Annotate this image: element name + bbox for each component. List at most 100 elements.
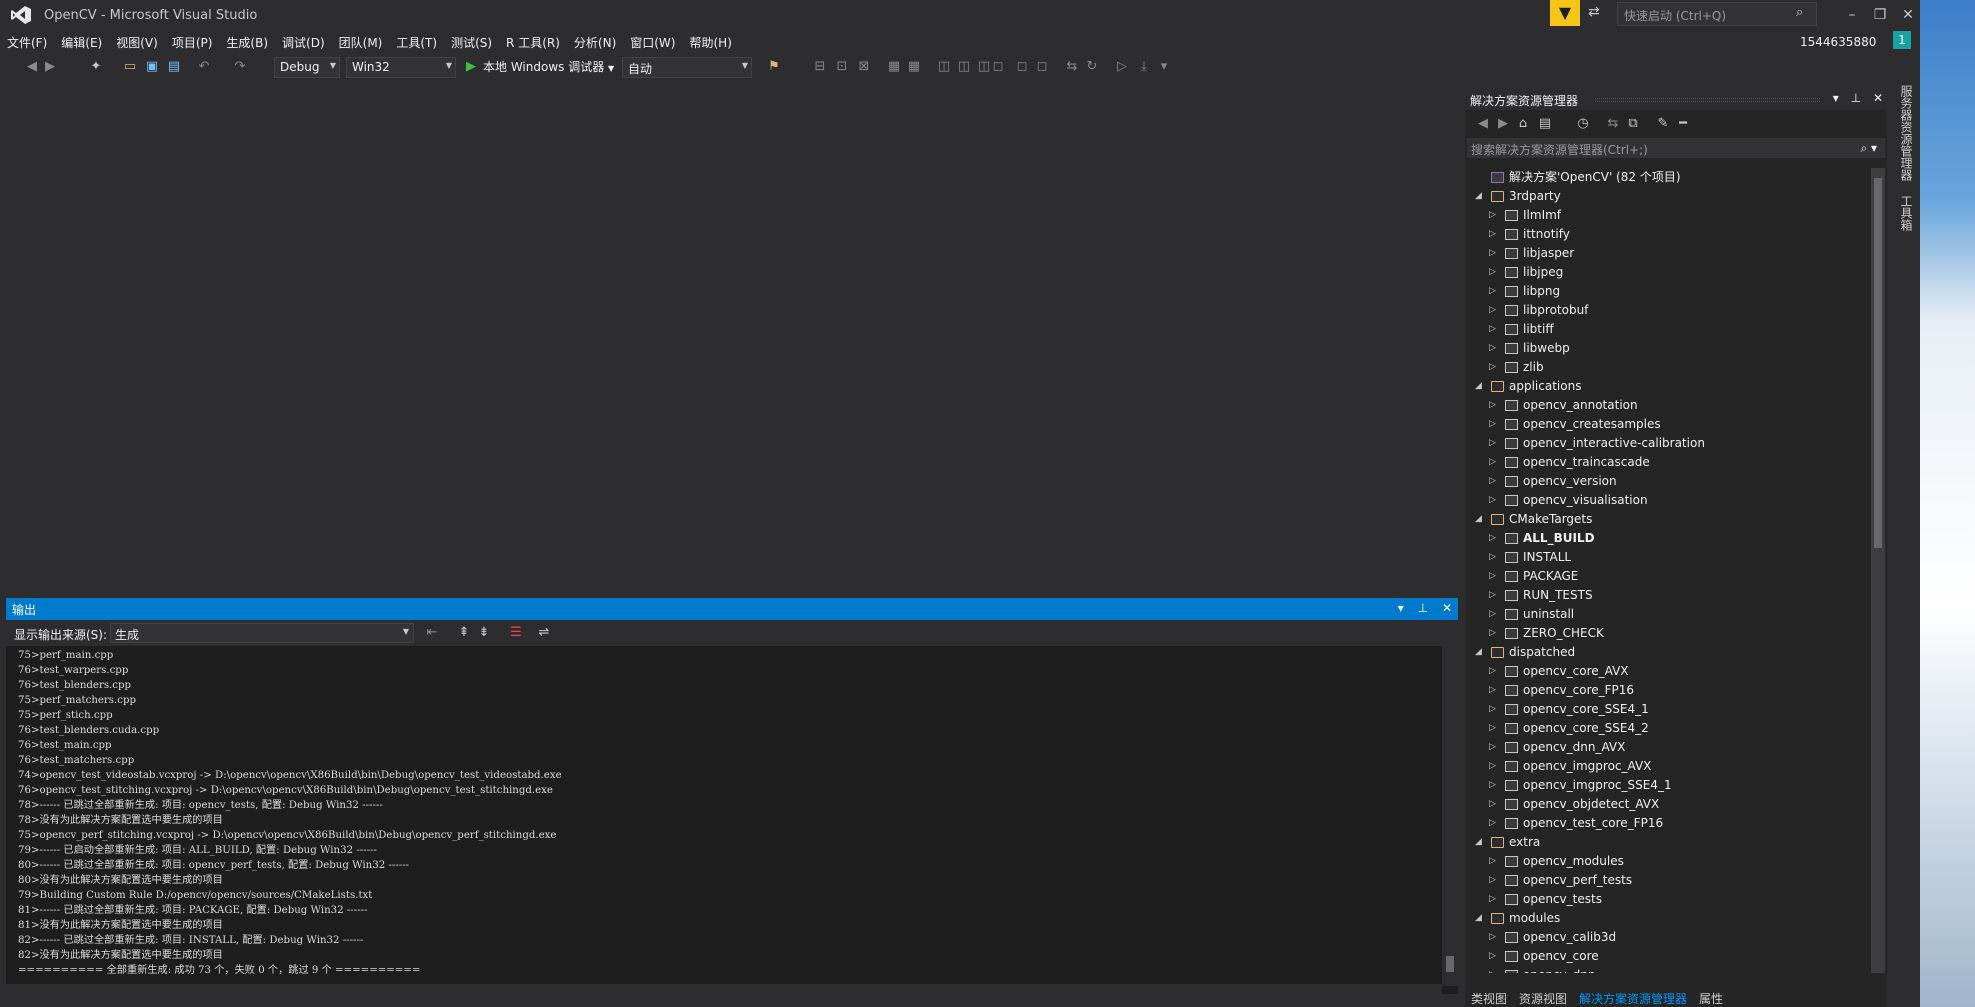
menu-file[interactable]: 文件(F) (0, 31, 54, 53)
tree-folder[interactable]: ◢ CMakeTargets (1465, 510, 1871, 529)
tree-project[interactable]: ▷ libpng (1465, 282, 1871, 301)
collapsed-arrow-icon[interactable]: ▷ (1489, 548, 1496, 567)
configuration-select[interactable]: Debug ▼ (274, 57, 340, 78)
collapsed-arrow-icon[interactable]: ▷ (1489, 396, 1496, 415)
open-file-icon[interactable]: ▭ (122, 59, 138, 75)
expanded-arrow-icon[interactable]: ◢ (1475, 833, 1482, 852)
collapsed-arrow-icon[interactable]: ▷ (1489, 966, 1496, 973)
toolbar-icon-c[interactable]: ⊠ (856, 59, 872, 75)
filter-icon[interactable]: ▼ (1550, 0, 1580, 26)
collapsed-arrow-icon[interactable]: ▷ (1489, 415, 1496, 434)
menu-project[interactable]: 项目(P) (165, 31, 220, 53)
solution-tree-scrollbar[interactable] (1871, 168, 1885, 973)
tree-project[interactable]: ▷ libjasper (1465, 244, 1871, 263)
tree-project[interactable]: ▷ opencv_core_FP16 (1465, 681, 1871, 700)
expanded-arrow-icon[interactable]: ◢ (1475, 377, 1482, 396)
tree-project[interactable]: ▷ opencv_modules (1465, 852, 1871, 871)
tree-project[interactable]: ▷ opencv_interactive-calibration (1465, 434, 1871, 453)
find-previous-icon[interactable]: ⇞ (456, 625, 472, 641)
tree-project[interactable]: ▷ libjpeg (1465, 263, 1871, 282)
collapsed-arrow-icon[interactable]: ▷ (1489, 738, 1496, 757)
tree-project[interactable]: ▷ opencv_core_AVX (1465, 662, 1871, 681)
search-icon[interactable]: ⌕ (1796, 5, 1803, 20)
collapse-all-icon[interactable]: ⧉ (1625, 116, 1641, 132)
toolbar-icon-b[interactable]: ⊡ (834, 59, 850, 75)
toolbar-icon-n[interactable]: ⤓ (1136, 59, 1152, 75)
solution-bottom-tab[interactable]: 资源视图 (1513, 988, 1573, 1007)
dropdown-icon[interactable]: ▾ (1833, 91, 1839, 105)
tree-project[interactable]: ▷ libwebp (1465, 339, 1871, 358)
find-in-files-icon[interactable]: ⚑ (766, 59, 782, 75)
tree-project[interactable]: ▷ INSTALL (1465, 548, 1871, 567)
output-log[interactable]: 75>perf_main.cpp 76>test_warpers.cpp 76>te… (18, 648, 1438, 978)
tree-project[interactable]: ▷ opencv_core_SSE4_1 (1465, 700, 1871, 719)
collapsed-arrow-icon[interactable]: ▷ (1489, 225, 1496, 244)
user-avatar[interactable]: 1 (1893, 31, 1911, 49)
menu-view[interactable]: 视图(V) (109, 31, 165, 53)
menu-build[interactable]: 生成(B) (219, 31, 275, 53)
menu-analyze[interactable]: 分析(N) (567, 31, 623, 53)
tab-toolbox[interactable]: 工具箱 (1898, 195, 1915, 231)
collapsed-arrow-icon[interactable]: ▷ (1489, 624, 1496, 643)
toolbar-icon-i[interactable]: ◻ (990, 59, 1006, 75)
forward-icon[interactable]: ▶ (1495, 116, 1511, 132)
toolbar-overflow-icon[interactable]: ▾ (1156, 59, 1172, 75)
tree-project[interactable]: ▷ opencv_calib3d (1465, 928, 1871, 947)
start-debugging-button[interactable]: ▶ 本地 Windows 调试器 ▼ (463, 58, 614, 78)
close-icon[interactable]: ✕ (1873, 91, 1883, 105)
menu-test[interactable]: 测试(S) (444, 31, 499, 53)
collapsed-arrow-icon[interactable]: ▷ (1489, 586, 1496, 605)
clear-all-icon[interactable]: ☰ (508, 625, 524, 641)
collapsed-arrow-icon[interactable]: ▷ (1489, 263, 1496, 282)
tree-project[interactable]: ▷ opencv_dnn_AVX (1465, 738, 1871, 757)
tree-folder[interactable]: ◢ applications (1465, 377, 1871, 396)
tree-project[interactable]: ▷ opencv_dnn (1465, 966, 1871, 973)
collapsed-arrow-icon[interactable]: ▷ (1489, 681, 1496, 700)
expanded-arrow-icon[interactable]: ◢ (1475, 510, 1482, 529)
back-icon[interactable]: ◀ (1475, 116, 1491, 132)
word-wrap-icon[interactable]: ⇌ (536, 625, 552, 641)
save-icon[interactable]: ▣ (144, 59, 160, 75)
tree-project[interactable]: ▷ opencv_traincascade (1465, 453, 1871, 472)
tree-folder[interactable]: ◢ 3rdparty (1465, 187, 1871, 206)
tree-project[interactable]: ▷ PACKAGE (1465, 567, 1871, 586)
collapsed-arrow-icon[interactable]: ▷ (1489, 453, 1496, 472)
toolbar-icon-d[interactable]: ▦ (886, 59, 902, 75)
tree-project[interactable]: ▷ opencv_perf_tests (1465, 871, 1871, 890)
collapsed-arrow-icon[interactable]: ▷ (1489, 852, 1496, 871)
tree-project[interactable]: ▷ uninstall (1465, 605, 1871, 624)
collapsed-arrow-icon[interactable]: ▷ (1489, 529, 1496, 548)
toolbar-icon-f[interactable]: ◫ (936, 59, 952, 75)
toolbar-icon-l[interactable]: ⇆ (1064, 59, 1080, 75)
search-icon[interactable]: ⌕ ▾ (1860, 141, 1877, 156)
collapsed-arrow-icon[interactable]: ▷ (1489, 282, 1496, 301)
collapsed-arrow-icon[interactable]: ▷ (1489, 605, 1496, 624)
menu-debug[interactable]: 调试(D) (275, 31, 332, 53)
restore-button[interactable]: ❐ (1866, 4, 1894, 26)
collapsed-arrow-icon[interactable]: ▷ (1489, 491, 1496, 510)
tree-project[interactable]: ▷ RUN_TESTS (1465, 586, 1871, 605)
toolbar-icon-j[interactable]: ◻ (1014, 59, 1030, 75)
sync-icon[interactable]: ⇆ (1605, 116, 1621, 132)
collapsed-arrow-icon[interactable]: ▷ (1489, 206, 1496, 225)
toolbar-icon-g[interactable]: ◫ (956, 59, 972, 75)
tree-project[interactable]: ▷ opencv_imgproc_SSE4_1 (1465, 776, 1871, 795)
pin-icon[interactable]: ⊥ (1851, 91, 1861, 105)
collapsed-arrow-icon[interactable]: ▷ (1489, 928, 1496, 947)
collapsed-arrow-icon[interactable]: ▷ (1489, 339, 1496, 358)
tree-project[interactable]: ▷ opencv_visualisation (1465, 491, 1871, 510)
output-horizontal-scrollbar[interactable] (6, 984, 1442, 994)
tree-project[interactable]: ▷ opencv_imgproc_AVX (1465, 757, 1871, 776)
forward-icon[interactable]: ▶ (42, 59, 58, 75)
refresh-icon[interactable]: ↻ (1084, 59, 1100, 75)
tree-project[interactable]: ▷ IlmImf (1465, 206, 1871, 225)
close-icon[interactable]: ✕ (1442, 601, 1452, 615)
platform-select[interactable]: Win32 ▼ (346, 57, 456, 78)
tree-folder[interactable]: ◢ extra (1465, 833, 1871, 852)
collapsed-arrow-icon[interactable]: ▷ (1489, 358, 1496, 377)
tree-project[interactable]: ▷ opencv_tests (1465, 890, 1871, 909)
toolbar-icon-k[interactable]: ◻ (1034, 59, 1050, 75)
collapsed-arrow-icon[interactable]: ▷ (1489, 700, 1496, 719)
tree-project[interactable]: ▷ opencv_version (1465, 472, 1871, 491)
solution-bottom-tab[interactable]: 属性 (1693, 988, 1729, 1007)
